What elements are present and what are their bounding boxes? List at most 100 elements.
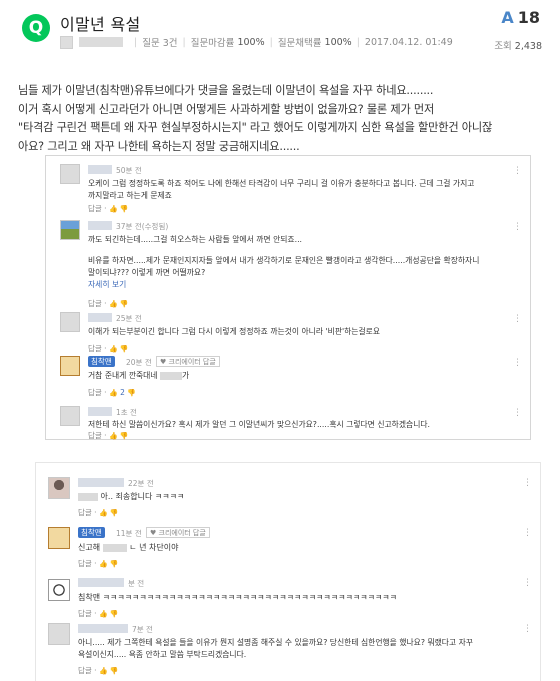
- commenter-name-blurred[interactable]: [88, 313, 112, 322]
- comment-time: 20분 전: [126, 358, 152, 367]
- question-count[interactable]: 질문 3건: [142, 35, 177, 49]
- vertical-dots-icon[interactable]: ⋮: [513, 358, 522, 368]
- meta-divider: |: [269, 36, 273, 48]
- creator-name-badge[interactable]: 침착맨: [88, 356, 115, 367]
- question-title[interactable]: 이말년 욕설: [60, 11, 141, 35]
- comment-text: 침착맨 ㅋㅋㅋㅋㅋㅋㅋㅋㅋㅋㅋㅋㅋㅋㅋㅋㅋㅋㅋㅋㅋㅋㅋㅋㅋㅋㅋㅋㅋㅋㅋㅋㅋㅋㅋㅋ…: [78, 593, 398, 602]
- comment-actions: 답글 · 👍 👎: [88, 203, 129, 214]
- meta-divider: |: [356, 36, 360, 48]
- like-dislike-icons[interactable]: 👍 👎: [99, 610, 119, 618]
- comment-item: 7분 전 아니..... 제가 그쪽한테 욕설을 들을 이유가 뭔지 설명좀 해…: [36, 623, 540, 679]
- comment-actions: 답글 · 👍 2 👎: [88, 387, 136, 398]
- creator-name-badge[interactable]: 침착맨: [78, 527, 105, 538]
- vertical-dots-icon[interactable]: ⋮: [523, 578, 532, 588]
- question-meta: | 질문 3건 | 질문마감률 100% | 질문채택률 100% | 2017…: [60, 34, 453, 50]
- adopt-rate-label: 질문채택률: [277, 38, 322, 49]
- reply-button[interactable]: 답글 ·: [78, 609, 97, 618]
- commenter-avatar[interactable]: [60, 406, 80, 426]
- vertical-dots-icon[interactable]: ⋮: [523, 478, 532, 488]
- question-line: 님들 제가 이말년(침착맨)유튜브에다가 댓글을 올렸는데 이말년이 욕설을 자…: [18, 84, 434, 97]
- vertical-dots-icon[interactable]: ⋮: [513, 222, 522, 232]
- question-body: 님들 제가 이말년(침착맨)유튜브에다가 댓글을 올렸는데 이말년이 욕설을 자…: [18, 82, 548, 156]
- comment-text: 거참 준내게 깐죽대네 가: [88, 369, 189, 382]
- comment-text: 말이되냐??? 이렇게 까면 어떨까요?: [88, 268, 206, 277]
- read-more-link[interactable]: 자세히 보기: [88, 279, 126, 290]
- comment-item: 분 전 침착맨 ㅋㅋㅋㅋㅋㅋㅋㅋㅋㅋㅋㅋㅋㅋㅋㅋㅋㅋㅋㅋㅋㅋㅋㅋㅋㅋㅋㅋㅋㅋㅋㅋ…: [36, 577, 540, 621]
- comment-text: 신고해 ㄴ 년 차단이야: [78, 541, 178, 554]
- creator-reply-tag: ♥ 크리에이터 답글: [146, 527, 210, 538]
- commenter-avatar[interactable]: [48, 477, 70, 499]
- question-line: 아요? 그리고 왜 자꾸 나한테 욕하는지 정말 궁금해지네요......: [18, 139, 300, 153]
- reply-button[interactable]: 답글 ·: [78, 508, 97, 517]
- comment-actions: 답글 · 👍 👎: [78, 558, 119, 569]
- commenter-avatar[interactable]: [60, 164, 80, 184]
- vertical-dots-icon[interactable]: ⋮: [523, 528, 532, 538]
- reply-button[interactable]: 답글 ·: [88, 204, 107, 213]
- like-dislike-icons[interactable]: 👍 👎: [109, 205, 129, 213]
- like-dislike-icons[interactable]: 👍 👎: [109, 432, 129, 440]
- vertical-dots-icon[interactable]: ⋮: [513, 408, 522, 418]
- reply-button[interactable]: 답글 ·: [78, 559, 97, 568]
- comment-actions: 답글 · 👍 👎: [88, 298, 129, 309]
- q-logo-icon: Q: [22, 14, 50, 42]
- vertical-dots-icon[interactable]: ⋮: [513, 166, 522, 176]
- like-dislike-icons[interactable]: 👍 👎: [109, 300, 129, 308]
- comment-text-part: ㄴ 년 차단이야: [129, 543, 179, 552]
- comment-time: 7분 전: [132, 625, 153, 634]
- comment-text: 이해가 되는부분이긴 합니다 그럼 다시 이렇게 정정하죠 까는것이 아니라 '…: [88, 327, 380, 336]
- comment-actions: 답글 · 👍 👎: [78, 608, 119, 619]
- comment-item: 침착맨 20분 전 ♥ 크리에이터 답글 거참 준내게 깐죽대네 가 답글 · …: [46, 356, 530, 400]
- commenter-avatar[interactable]: [48, 579, 70, 601]
- adopt-rate-value: 100%: [324, 36, 352, 48]
- commenter-name-blurred[interactable]: [88, 221, 112, 230]
- comment-item: 25분 전 이해가 되는부분이긴 합니다 그럼 다시 이렇게 정정하죠 까는것이…: [46, 312, 530, 354]
- commenter-name-blurred[interactable]: [88, 165, 112, 174]
- creator-avatar[interactable]: [48, 527, 70, 549]
- author-name-blurred: [79, 37, 123, 47]
- reply-button[interactable]: 답글 ·: [88, 299, 107, 308]
- comment-text-part: 아.. 죄송합니다 ㅋㅋㅋㅋ: [100, 492, 185, 501]
- thumbs-down-icon[interactable]: 👎: [127, 389, 136, 397]
- meta-divider: |: [182, 36, 186, 48]
- thumbs-up-icon[interactable]: 👍: [109, 389, 118, 397]
- comment-time: 11분 전: [116, 529, 142, 538]
- blurred-text: [102, 543, 127, 552]
- blurred-text: [160, 372, 182, 380]
- comment-text: 욕설이신지..... 욕좀 안하고 말씀 부탁드리겠습니다.: [78, 650, 247, 659]
- like-dislike-icons[interactable]: 👍 👎: [99, 560, 119, 568]
- answer-count-value: 18: [517, 8, 540, 27]
- comment-actions: 답글 · 👍 👎: [78, 665, 119, 676]
- comment-text-part: 가: [182, 371, 190, 380]
- meta-divider: |: [134, 36, 138, 48]
- commenter-avatar[interactable]: [60, 312, 80, 332]
- answer-count[interactable]: A 18: [501, 8, 540, 27]
- like-dislike-icons[interactable]: 👍 👎: [99, 509, 119, 517]
- comment-text: 까지말라고 하는게 문제죠: [88, 191, 172, 200]
- comment-text: 까도 되긴하는데.....그걸 히오스하는 사람들 앞에서 까면 안되죠...: [88, 235, 303, 244]
- like-count: 2: [120, 388, 125, 397]
- commenter-avatar[interactable]: [60, 220, 80, 240]
- reply-button[interactable]: 답글 ·: [88, 431, 107, 440]
- commenter-name-blurred[interactable]: [88, 407, 112, 416]
- question-header: Q 이말년 욕설 | 질문 3건 | 질문마감률 100% | 질문채택률 10…: [0, 0, 560, 62]
- comment-actions: 답글 · 👍 👎: [88, 343, 129, 354]
- comment-item: 침착맨 11분 전 ♥ 크리에이터 답글 신고해 ㄴ 년 차단이야 답글 · 👍…: [36, 527, 540, 571]
- views-value: 2,438: [514, 41, 542, 52]
- comment-actions: 답글 · 👍 👎: [78, 507, 119, 518]
- vertical-dots-icon[interactable]: ⋮: [523, 624, 532, 634]
- reply-button[interactable]: 답글 ·: [88, 344, 107, 353]
- reply-button[interactable]: 답글 ·: [78, 666, 97, 675]
- vertical-dots-icon[interactable]: ⋮: [513, 314, 522, 324]
- like-dislike-icons[interactable]: 👍 👎: [99, 667, 119, 675]
- creator-avatar[interactable]: [60, 356, 80, 376]
- comment-time: 1초 전: [116, 408, 137, 417]
- reply-button[interactable]: 답글 ·: [88, 388, 107, 397]
- commenter-name-blurred[interactable]: [78, 624, 128, 633]
- comment-screenshot-1: 50분 전 오케이 그럼 정정하도록 하죠 적어도 나에 한해선 타격감이 너무…: [45, 155, 531, 440]
- comment-screenshot-2: 22분 전 아.. 죄송합니다 ㅋㅋㅋㅋ 답글 · 👍 👎 ⋮ 침착맨 11분 …: [35, 462, 541, 681]
- author-avatar[interactable]: [60, 35, 73, 49]
- commenter-avatar[interactable]: [48, 623, 70, 645]
- commenter-name-blurred[interactable]: [78, 478, 124, 487]
- like-dislike-icons[interactable]: 👍 👎: [109, 345, 129, 353]
- commenter-name-blurred[interactable]: [78, 578, 124, 587]
